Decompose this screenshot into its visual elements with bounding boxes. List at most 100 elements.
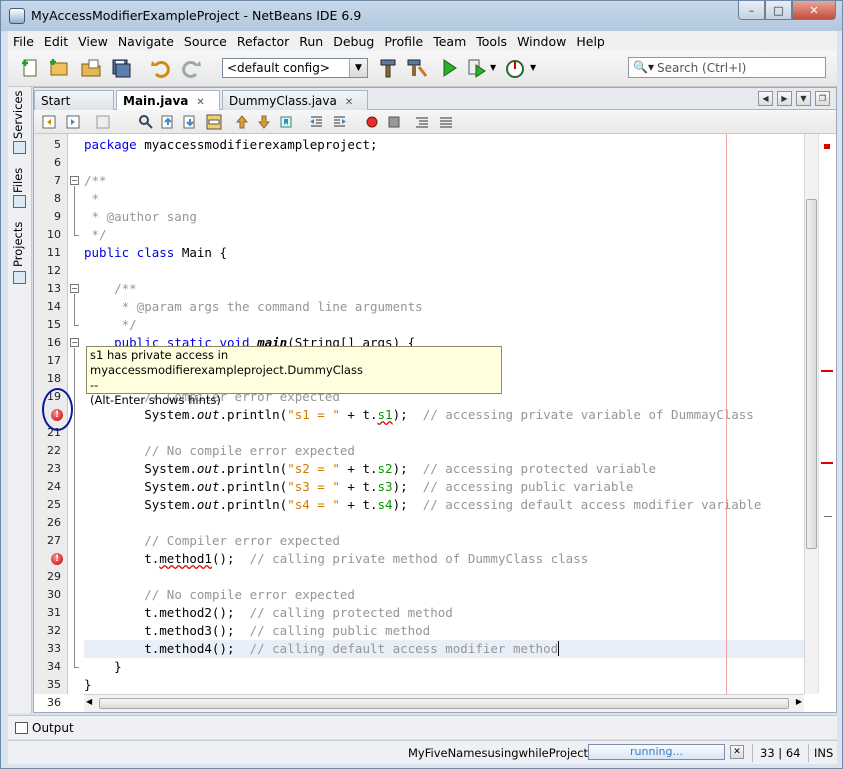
fold-toggle-icon[interactable]: − (70, 338, 79, 347)
shift-right-icon[interactable] (332, 114, 348, 130)
fold-toggle-icon[interactable]: − (70, 284, 79, 293)
title-bar[interactable]: MyAccessModifierExampleProject - NetBean… (1, 1, 842, 31)
scroll-right-icon[interactable]: ▶ (796, 697, 802, 706)
services-icon[interactable] (13, 141, 26, 154)
find-previous-icon[interactable] (160, 114, 176, 130)
code-line[interactable]: } (84, 658, 122, 676)
code-line[interactable]: package myaccessmodifierexampleproject; (84, 136, 378, 154)
code-line[interactable]: } (84, 676, 92, 694)
menu-tools[interactable]: Tools (471, 34, 512, 49)
code-line[interactable]: // No compile error expected (84, 442, 355, 460)
files-icon[interactable] (13, 195, 26, 208)
find-icon[interactable] (138, 114, 154, 130)
record-macro-icon[interactable] (364, 114, 380, 130)
code-line[interactable]: System.out.println("s3 = " + t.s3); // a… (84, 478, 633, 496)
debug-dropdown-icon[interactable]: ▼ (490, 63, 496, 72)
next-bookmark-icon[interactable] (256, 114, 272, 130)
comment-icon[interactable] (414, 114, 430, 130)
maximize-window-icon[interactable]: ❐ (815, 91, 830, 106)
menu-team[interactable]: Team (428, 34, 471, 49)
menu-file[interactable]: File (8, 34, 39, 49)
maximize-button[interactable]: □ (765, 1, 792, 20)
menu-debug[interactable]: Debug (328, 34, 379, 49)
forward-icon[interactable] (66, 114, 82, 130)
code-line[interactable]: System.out.println("s4 = " + t.s4); // a… (84, 496, 761, 514)
code-line[interactable]: * (84, 190, 100, 208)
profile-project-icon[interactable] (504, 57, 526, 79)
side-tab-services[interactable]: Services (11, 91, 25, 140)
menu-view[interactable]: View (73, 34, 113, 49)
scroll-left-icon[interactable]: ◀ (86, 697, 92, 706)
debug-project-icon[interactable] (466, 57, 488, 79)
toggle-highlight-icon[interactable] (206, 114, 222, 130)
menu-window[interactable]: Window (512, 34, 571, 49)
config-dropdown[interactable]: <default config> ▼ (222, 58, 368, 78)
code-line[interactable]: System.out.println("s1 = " + t.s1); // a… (84, 406, 754, 424)
menu-run[interactable]: Run (294, 34, 328, 49)
find-next-icon[interactable] (182, 114, 198, 130)
code-line[interactable]: t.method4(); // calling default access m… (84, 640, 804, 658)
vertical-scrollbar-thumb[interactable] (806, 199, 817, 549)
undo-icon[interactable] (150, 57, 172, 79)
code-line[interactable]: /** (84, 172, 107, 190)
tab-main-java[interactable]: Main.java ✕ (116, 90, 220, 111)
projects-icon[interactable] (13, 271, 26, 284)
new-file-icon[interactable] (20, 57, 42, 79)
code-line[interactable]: t.method2(); // calling protected method (84, 604, 453, 622)
error-icon[interactable]: ! (51, 553, 63, 565)
close-button[interactable]: ✕ (792, 1, 836, 20)
shift-left-icon[interactable] (308, 114, 324, 130)
error-marker[interactable] (821, 370, 833, 372)
output-label[interactable]: Output (32, 721, 74, 735)
new-project-icon[interactable] (48, 57, 70, 79)
scroll-tabs-left-icon[interactable]: ◀ (758, 91, 773, 106)
code-line[interactable]: /** (84, 280, 137, 298)
error-marker[interactable] (821, 462, 833, 464)
menu-profile[interactable]: Profile (379, 34, 428, 49)
cancel-process-icon[interactable]: ✕ (730, 745, 744, 759)
code-line[interactable]: */ (84, 316, 137, 334)
build-hammer-icon[interactable] (378, 57, 400, 79)
open-project-icon[interactable] (80, 57, 102, 79)
code-line[interactable]: // No compile error expected (84, 586, 355, 604)
tab-start-page[interactable]: Start Page✕ (34, 90, 114, 122)
show-opened-documents-icon[interactable]: ▼ (796, 91, 811, 106)
code-line[interactable]: * @param args the command line arguments (84, 298, 423, 316)
code-line[interactable]: t.method3(); // calling public method (84, 622, 430, 640)
close-tab-icon[interactable]: ✕ (345, 97, 353, 108)
clean-build-icon[interactable] (406, 57, 428, 79)
tab-dummyclass-java[interactable]: DummyClass.java ✕ (222, 90, 368, 110)
menu-help[interactable]: Help (571, 34, 610, 49)
menu-refactor[interactable]: Refactor (232, 34, 294, 49)
output-window-bar[interactable]: Output (8, 715, 837, 739)
code-line[interactable]: // Compiler error expected (84, 532, 340, 550)
code-line[interactable]: System.out.println("s2 = " + t.s2); // a… (84, 460, 656, 478)
previous-bookmark-icon[interactable] (234, 114, 250, 130)
uncomment-icon[interactable] (438, 114, 454, 130)
last-edit-icon[interactable] (96, 114, 112, 130)
error-summary-marker[interactable] (824, 144, 830, 149)
scroll-tabs-right-icon[interactable]: ▶ (777, 91, 792, 106)
menu-source[interactable]: Source (179, 34, 232, 49)
toggle-bookmark-icon[interactable] (278, 114, 294, 130)
menu-edit[interactable]: Edit (39, 34, 73, 49)
save-all-icon[interactable] (110, 57, 132, 79)
run-project-icon[interactable] (438, 57, 460, 79)
back-icon[interactable] (42, 114, 58, 130)
profile-dropdown-icon[interactable]: ▼ (530, 63, 536, 72)
code-line[interactable]: * @author sang (84, 208, 197, 226)
fold-toggle-icon[interactable]: − (70, 176, 79, 185)
side-tab-files[interactable]: Files (11, 168, 25, 193)
code-line[interactable]: t.method1(); // calling private method o… (84, 550, 588, 568)
side-tab-projects[interactable]: Projects (11, 222, 25, 267)
redo-icon[interactable] (180, 57, 202, 79)
code-editor[interactable]: package myaccessmodifierexampleproject; /… (84, 134, 804, 694)
horizontal-scrollbar[interactable]: ◀ ▶ (84, 694, 804, 712)
search-input[interactable]: 🔍▾ Search (Ctrl+I) (628, 57, 826, 78)
horizontal-scrollbar-thumb[interactable] (99, 698, 789, 709)
code-line[interactable]: */ (84, 226, 107, 244)
stop-macro-icon[interactable] (386, 114, 402, 130)
error-stripe[interactable] (818, 134, 835, 694)
vertical-scrollbar[interactable] (804, 134, 818, 694)
close-tab-icon[interactable]: ✕ (196, 97, 204, 108)
